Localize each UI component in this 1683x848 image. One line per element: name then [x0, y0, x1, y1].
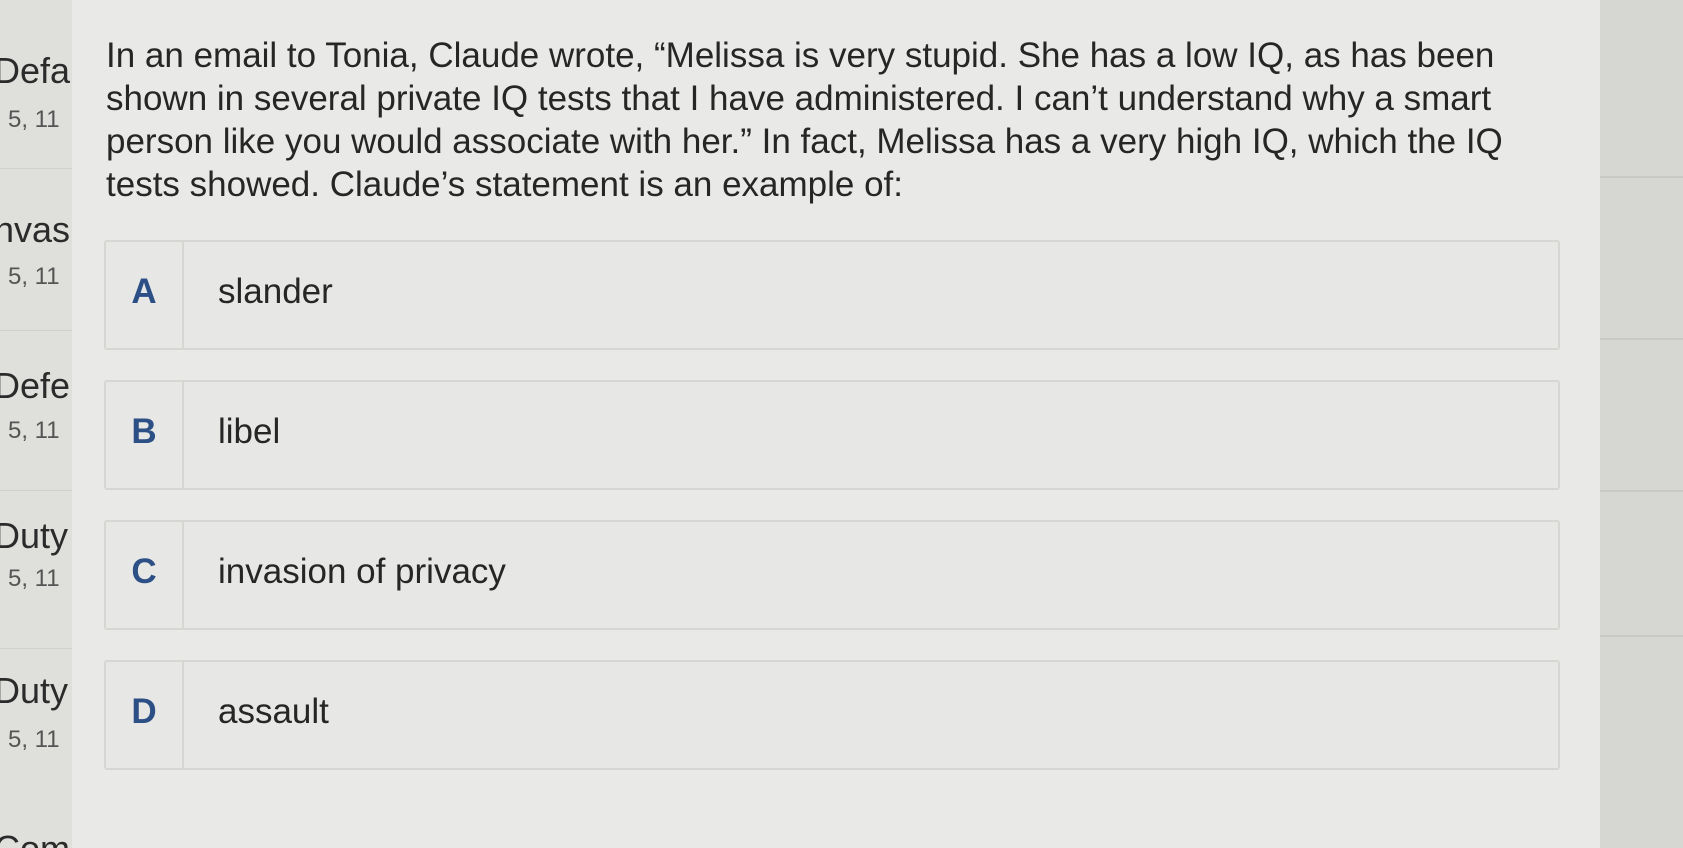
option-letter-cell: C — [106, 522, 184, 628]
option-d[interactable]: D assault — [104, 660, 1560, 770]
sidebar-item-duty-2[interactable]: Duty 5, 11 — [0, 652, 72, 802]
option-text: slander — [218, 272, 333, 311]
sidebar-item-defamation[interactable]: Defa 5, 11 — [0, 0, 72, 160]
sidebar-item-subtitle: 5, 11 — [8, 565, 60, 592]
sidebar-divider — [0, 330, 72, 331]
sidebar-divider — [0, 648, 72, 649]
sidebar-divider — [0, 490, 72, 491]
option-text: assault — [218, 692, 329, 731]
option-letter-cell: B — [106, 382, 184, 488]
sidebar-item-subtitle: 5, 11 — [8, 726, 60, 753]
sidebar-item-title: Duty — [0, 670, 69, 711]
right-edge-panel — [1600, 0, 1683, 848]
option-text: invasion of privacy — [218, 552, 506, 591]
sidebar-item-title: Defa — [0, 50, 71, 91]
sidebar-item-subtitle: 5, 11 — [8, 106, 60, 133]
sidebar-item-defense[interactable]: Defe 5, 11 — [0, 335, 72, 485]
option-text: libel — [218, 412, 281, 451]
sidebar-item-title: Duty — [0, 515, 69, 556]
option-letter: D — [131, 692, 157, 731]
option-letter: C — [131, 552, 157, 591]
sidebar-item-title: nvas — [0, 209, 71, 250]
sidebar-item-com[interactable]: Com — [0, 810, 72, 848]
sidebar: Defa 5, 11 nvas 5, 11 Defe 5, 11 Duty 5,… — [0, 0, 72, 848]
sidebar-item-invasion[interactable]: nvas 5, 11 — [0, 175, 72, 325]
option-c[interactable]: C invasion of privacy — [104, 520, 1560, 630]
option-letter: A — [131, 272, 157, 311]
option-letter: B — [131, 412, 157, 451]
sidebar-item-subtitle: 5, 11 — [8, 417, 60, 444]
sidebar-item-title: Defe — [0, 365, 71, 406]
sidebar-item-duty-1[interactable]: Duty 5, 11 — [0, 495, 72, 645]
option-letter-cell: A — [106, 242, 184, 348]
option-b[interactable]: B libel — [104, 380, 1560, 490]
sidebar-item-title: Com — [0, 828, 70, 848]
sidebar-divider — [0, 168, 72, 169]
question-text: In an email to Tonia, Claude wrote, “Mel… — [106, 36, 1503, 204]
sidebar-item-subtitle: 5, 11 — [8, 263, 60, 290]
option-a[interactable]: A slander — [104, 240, 1560, 350]
option-letter-cell: D — [106, 662, 184, 768]
